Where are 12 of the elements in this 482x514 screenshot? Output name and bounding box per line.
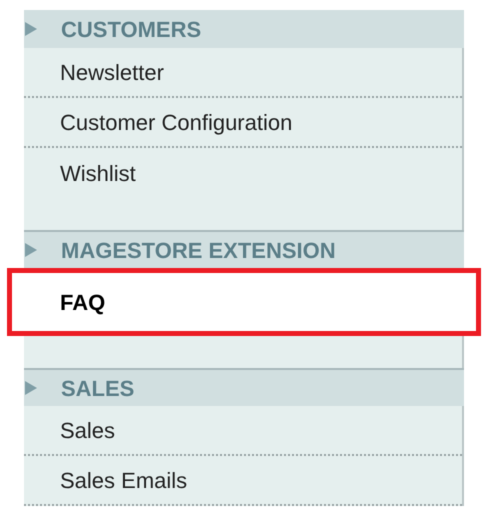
menu-item[interactable]: FAQ — [7, 268, 481, 336]
triangle-icon — [25, 22, 37, 36]
menu-item[interactable]: Wishlist — [24, 148, 462, 198]
section-title: MAGESTORE EXTENSION — [61, 236, 336, 264]
section-title: SALES — [61, 374, 134, 402]
menu-item[interactable]: Customer Configuration — [24, 98, 462, 148]
section-title: CUSTOMERS — [61, 16, 202, 44]
menu-item[interactable]: Sales — [24, 406, 462, 456]
menu-item[interactable]: Newsletter — [24, 48, 462, 98]
menu-item[interactable]: Sales Emails — [24, 456, 462, 506]
triangle-icon — [25, 381, 37, 395]
triangle-icon — [25, 243, 37, 257]
